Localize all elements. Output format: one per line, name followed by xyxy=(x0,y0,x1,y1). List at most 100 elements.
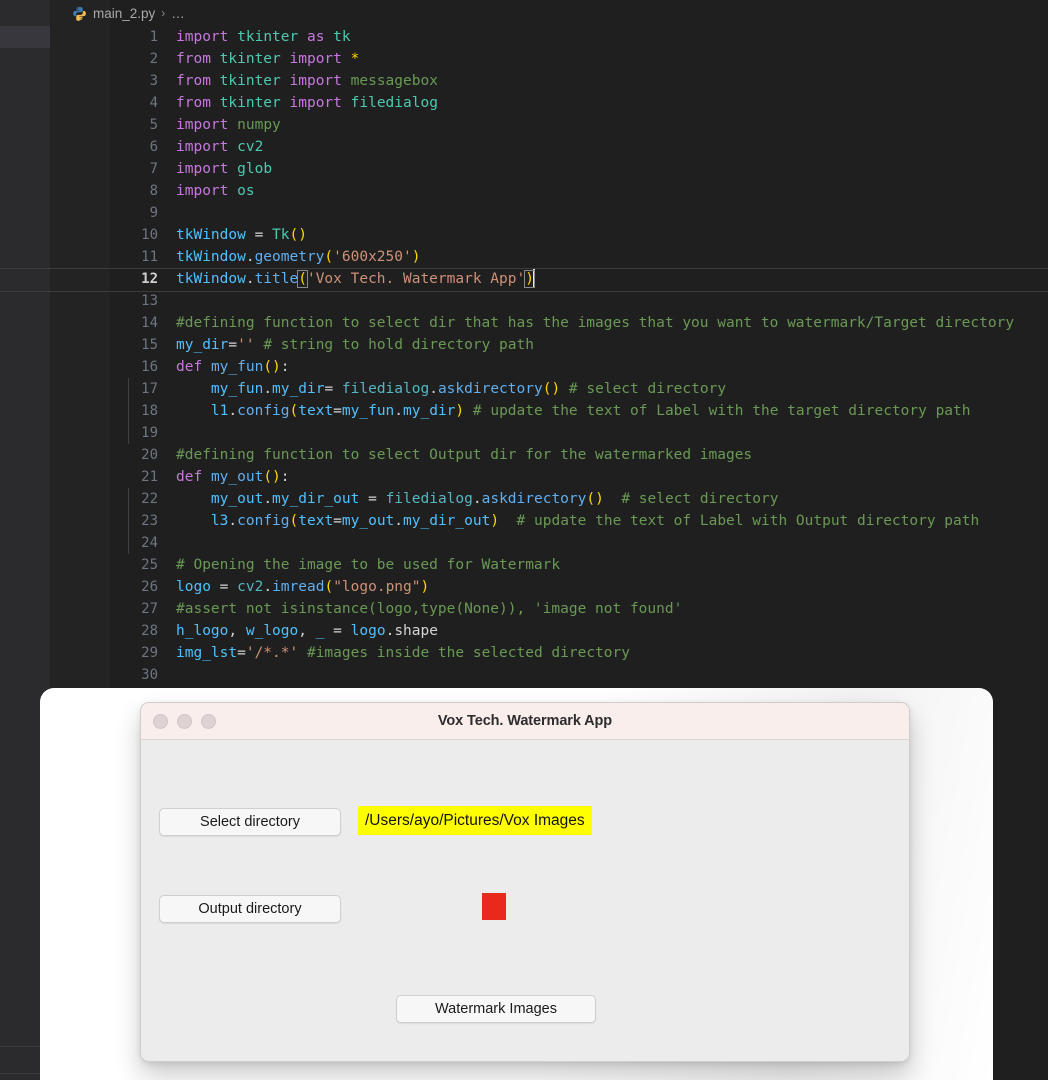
code-token: = xyxy=(333,403,342,419)
code-token: = xyxy=(211,579,237,595)
code-token: ) xyxy=(455,403,464,419)
line-content: tkWindow.geometry('600x250') xyxy=(176,246,420,268)
code-token: #defining function to select dir that ha… xyxy=(176,315,1014,331)
line-content: # Opening the image to be used for Water… xyxy=(176,554,560,576)
code-line[interactable]: 25 # Opening the image to be used for Wat… xyxy=(110,554,1048,576)
code-line[interactable]: 28h_logo, w_logo, _ = logo.shape xyxy=(110,620,1048,642)
code-token xyxy=(464,403,473,419)
code-line[interactable]: 23 l3.config(text=my_out.my_dir_out) # u… xyxy=(110,510,1048,532)
code-line[interactable]: 13 xyxy=(110,290,1048,312)
code-line[interactable]: 22 my_out.my_dir_out = filedialog.askdir… xyxy=(110,488,1048,510)
line-number: 17 xyxy=(110,378,158,400)
code-line[interactable]: 6import cv2 xyxy=(110,136,1048,158)
code-token: import xyxy=(176,161,228,177)
code-line[interactable]: 10tkWindow = Tk() xyxy=(110,224,1048,246)
code-token: from xyxy=(176,51,211,67)
code-line[interactable]: 24 xyxy=(110,532,1048,554)
window-titlebar[interactable]: Vox Tech. Watermark App xyxy=(141,703,909,740)
code-line[interactable]: 18 l1.config(text=my_fun.my_dir) # updat… xyxy=(110,400,1048,422)
traffic-lights[interactable] xyxy=(153,714,216,729)
code-token xyxy=(560,381,569,397)
line-number: 11 xyxy=(110,246,158,268)
close-button[interactable] xyxy=(153,714,168,729)
code-line[interactable]: 3from tkinter import messagebox xyxy=(110,70,1048,92)
code-line[interactable]: 20#defining function to select Output di… xyxy=(110,444,1048,466)
code-token: . xyxy=(263,491,272,507)
line-number: 24 xyxy=(110,532,158,554)
select-directory-button[interactable]: Select directory xyxy=(159,808,341,836)
code-line[interactable]: 2from tkinter import * xyxy=(110,48,1048,70)
window-title: Vox Tech. Watermark App xyxy=(141,713,909,729)
code-line[interactable]: 21def my_out(): xyxy=(110,466,1048,488)
code-token xyxy=(176,491,211,507)
line-number: 23 xyxy=(110,510,158,532)
code-line[interactable]: 8import os xyxy=(110,180,1048,202)
line-number: 5 xyxy=(110,114,158,136)
code-line[interactable]: 29img_lst='/*.*' #images inside the sele… xyxy=(110,642,1048,664)
code-line[interactable]: 12tkWindow.title('Vox Tech. Watermark Ap… xyxy=(110,268,1048,290)
breadcrumb[interactable]: main_2.py › … xyxy=(72,2,185,24)
output-directory-label-swatch xyxy=(482,893,506,920)
code-token: my_out xyxy=(211,491,263,507)
code-line[interactable]: 16def my_fun(): xyxy=(110,356,1048,378)
code-token: as xyxy=(307,29,324,45)
code-line[interactable]: 26logo = cv2.imread("logo.png") xyxy=(110,576,1048,598)
line-content: tkWindow = Tk() xyxy=(176,224,307,246)
code-token: # select directory xyxy=(569,381,726,397)
line-content: logo = cv2.imread("logo.png") xyxy=(176,576,429,598)
code-token: my_dir xyxy=(403,403,455,419)
code-token xyxy=(342,51,351,67)
code-token: geometry xyxy=(255,249,325,265)
code-line[interactable]: 5import numpy xyxy=(110,114,1048,136)
line-number: 20 xyxy=(110,444,158,466)
line-number: 30 xyxy=(110,664,158,686)
line-content: l3.config(text=my_out.my_dir_out) # upda… xyxy=(176,510,979,532)
code-token: w_logo xyxy=(246,623,298,639)
code-line[interactable]: 4from tkinter import filedialog xyxy=(110,92,1048,114)
output-directory-button[interactable]: Output directory xyxy=(159,895,341,923)
activity-bar-active-item[interactable] xyxy=(0,26,50,48)
breadcrumb-file[interactable]: main_2.py xyxy=(93,6,155,21)
code-token: () xyxy=(263,469,280,485)
code-token: os xyxy=(237,183,254,199)
line-number: 25 xyxy=(110,554,158,576)
line-content: import os xyxy=(176,180,255,202)
code-line[interactable]: 17 my_fun.my_dir= filedialog.askdirector… xyxy=(110,378,1048,400)
line-number: 19 xyxy=(110,422,158,444)
code-token xyxy=(228,139,237,155)
code-token: tkinter xyxy=(220,51,281,67)
code-token: = xyxy=(228,337,237,353)
code-line[interactable]: 19 xyxy=(110,422,1048,444)
code-line[interactable]: 30 xyxy=(110,664,1048,686)
line-content: tkWindow.title('Vox Tech. Watermark App'… xyxy=(176,268,535,290)
code-token xyxy=(604,491,621,507)
zoom-button[interactable] xyxy=(201,714,216,729)
breadcrumb-more[interactable]: … xyxy=(171,6,185,21)
code-token: ( xyxy=(290,403,299,419)
code-line[interactable]: 7import glob xyxy=(110,158,1048,180)
code-token: '/*.*' xyxy=(246,645,298,661)
code-token xyxy=(228,161,237,177)
line-content: def my_out(): xyxy=(176,466,290,488)
code-editor[interactable]: 1import tkinter as tk2from tkinter impor… xyxy=(110,26,1048,686)
code-token xyxy=(499,513,516,529)
code-lines[interactable]: 1import tkinter as tk2from tkinter impor… xyxy=(110,26,1048,686)
code-line[interactable]: 1import tkinter as tk xyxy=(110,26,1048,48)
line-content: img_lst='/*.*' #images inside the select… xyxy=(176,642,630,664)
code-token xyxy=(281,73,290,89)
code-token: from xyxy=(176,73,211,89)
watermark-images-button[interactable]: Watermark Images xyxy=(396,995,596,1023)
code-token: numpy xyxy=(237,117,281,133)
code-token: # string to hold directory path xyxy=(263,337,534,353)
code-token: my_out xyxy=(342,513,394,529)
code-line[interactable]: 11 tkWindow.geometry('600x250') xyxy=(110,246,1048,268)
minimize-button[interactable] xyxy=(177,714,192,729)
code-token: filedialog xyxy=(386,491,473,507)
code-token: shape xyxy=(394,623,438,639)
line-content: import tkinter as tk xyxy=(176,26,351,48)
code-line[interactable]: 15my_dir='' # string to hold directory p… xyxy=(110,334,1048,356)
code-line[interactable]: 27#assert not isinstance(logo,type(None)… xyxy=(110,598,1048,620)
code-line[interactable]: 9 xyxy=(110,202,1048,224)
tkinter-app-window[interactable]: Vox Tech. Watermark App Select directory… xyxy=(140,702,910,1062)
code-line[interactable]: 14#defining function to select dir that … xyxy=(110,312,1048,334)
